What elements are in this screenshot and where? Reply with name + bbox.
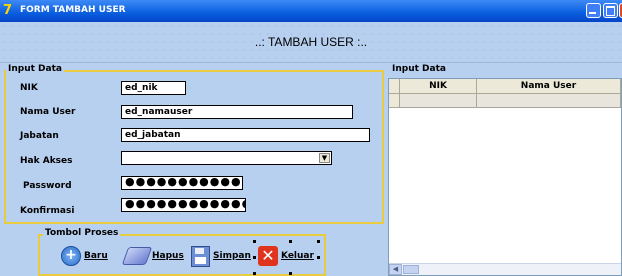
scroll-left-icon[interactable]: ◀ [389, 264, 402, 275]
simpan-label: Simpan [213, 251, 251, 261]
table-cell[interactable] [400, 94, 477, 108]
maximize-button[interactable] [603, 3, 618, 18]
header-band: ..: TAMBAH USER :.. [0, 22, 622, 63]
plus-circle-icon: + [61, 246, 81, 266]
column-header-nik[interactable]: NIK [400, 79, 477, 94]
app-icon: 7 [3, 3, 13, 18]
selection-handle[interactable] [253, 240, 256, 243]
jabatan-label: Jabatan [20, 131, 59, 141]
konfirmasi-input[interactable]: ●●●●●●●●●●●●● [121, 198, 246, 212]
eraser-icon [121, 247, 153, 265]
password-label: Password [23, 181, 72, 191]
tombol-proses-legend: Tombol Proses [43, 228, 121, 238]
minimize-button[interactable] [586, 3, 601, 18]
selection-handle[interactable] [289, 240, 292, 243]
grid-indicator-header [389, 79, 400, 94]
horizontal-scrollbar[interactable]: ◀ [389, 263, 621, 275]
nik-label: NIK [20, 83, 38, 93]
selection-handle[interactable] [317, 256, 320, 259]
selection-handle[interactable] [289, 272, 292, 275]
input-data-legend: Input Data [6, 64, 64, 74]
hak-akses-label: Hak Akses [20, 156, 73, 166]
column-header-nama-user[interactable]: Nama User [477, 79, 621, 94]
row-indicator [389, 94, 400, 108]
minimize-icon [589, 12, 596, 14]
selection-handle[interactable] [317, 240, 320, 243]
grid-header: NIK Nama User [389, 79, 621, 94]
jabatan-input[interactable]: ed_jabatan [121, 128, 370, 142]
table-cell[interactable] [477, 94, 621, 108]
selection-handle[interactable] [253, 256, 256, 259]
password-input[interactable]: ●●●●●●●●●●●● [121, 176, 243, 190]
user-data-grid[interactable]: NIK Nama User ◀ [388, 78, 622, 276]
baru-label: Baru [84, 251, 108, 261]
nama-user-input[interactable]: ed_namauser [121, 105, 353, 119]
maximize-icon [606, 6, 615, 16]
table-row[interactable] [389, 94, 621, 108]
selection-handle[interactable] [253, 272, 256, 275]
simpan-button[interactable]: Simpan [191, 242, 251, 270]
window-titlebar[interactable]: 7 FORM TAMBAH USER [0, 0, 622, 22]
hapus-label: Hapus [152, 251, 184, 261]
konfirmasi-label: Konfirmasi [20, 206, 75, 216]
window-title: FORM TAMBAH USER [20, 5, 126, 15]
hak-akses-select[interactable]: ▼ [121, 151, 332, 165]
baru-button[interactable]: + Baru [61, 242, 108, 270]
page-title: ..: TAMBAH USER :.. [254, 35, 368, 49]
keluar-button[interactable]: ✕ Keluar [258, 242, 314, 270]
hapus-button[interactable]: Hapus [121, 242, 184, 270]
floppy-disk-icon [191, 245, 210, 267]
red-x-icon: ✕ [258, 246, 278, 266]
grid-panel-legend: Input Data [390, 64, 448, 74]
keluar-label: Keluar [281, 251, 314, 261]
scroll-thumb[interactable] [403, 265, 419, 274]
nama-user-label: Nama User [20, 107, 76, 117]
dropdown-arrow-icon[interactable]: ▼ [319, 153, 330, 163]
nik-input[interactable]: ed_nik [121, 81, 186, 95]
